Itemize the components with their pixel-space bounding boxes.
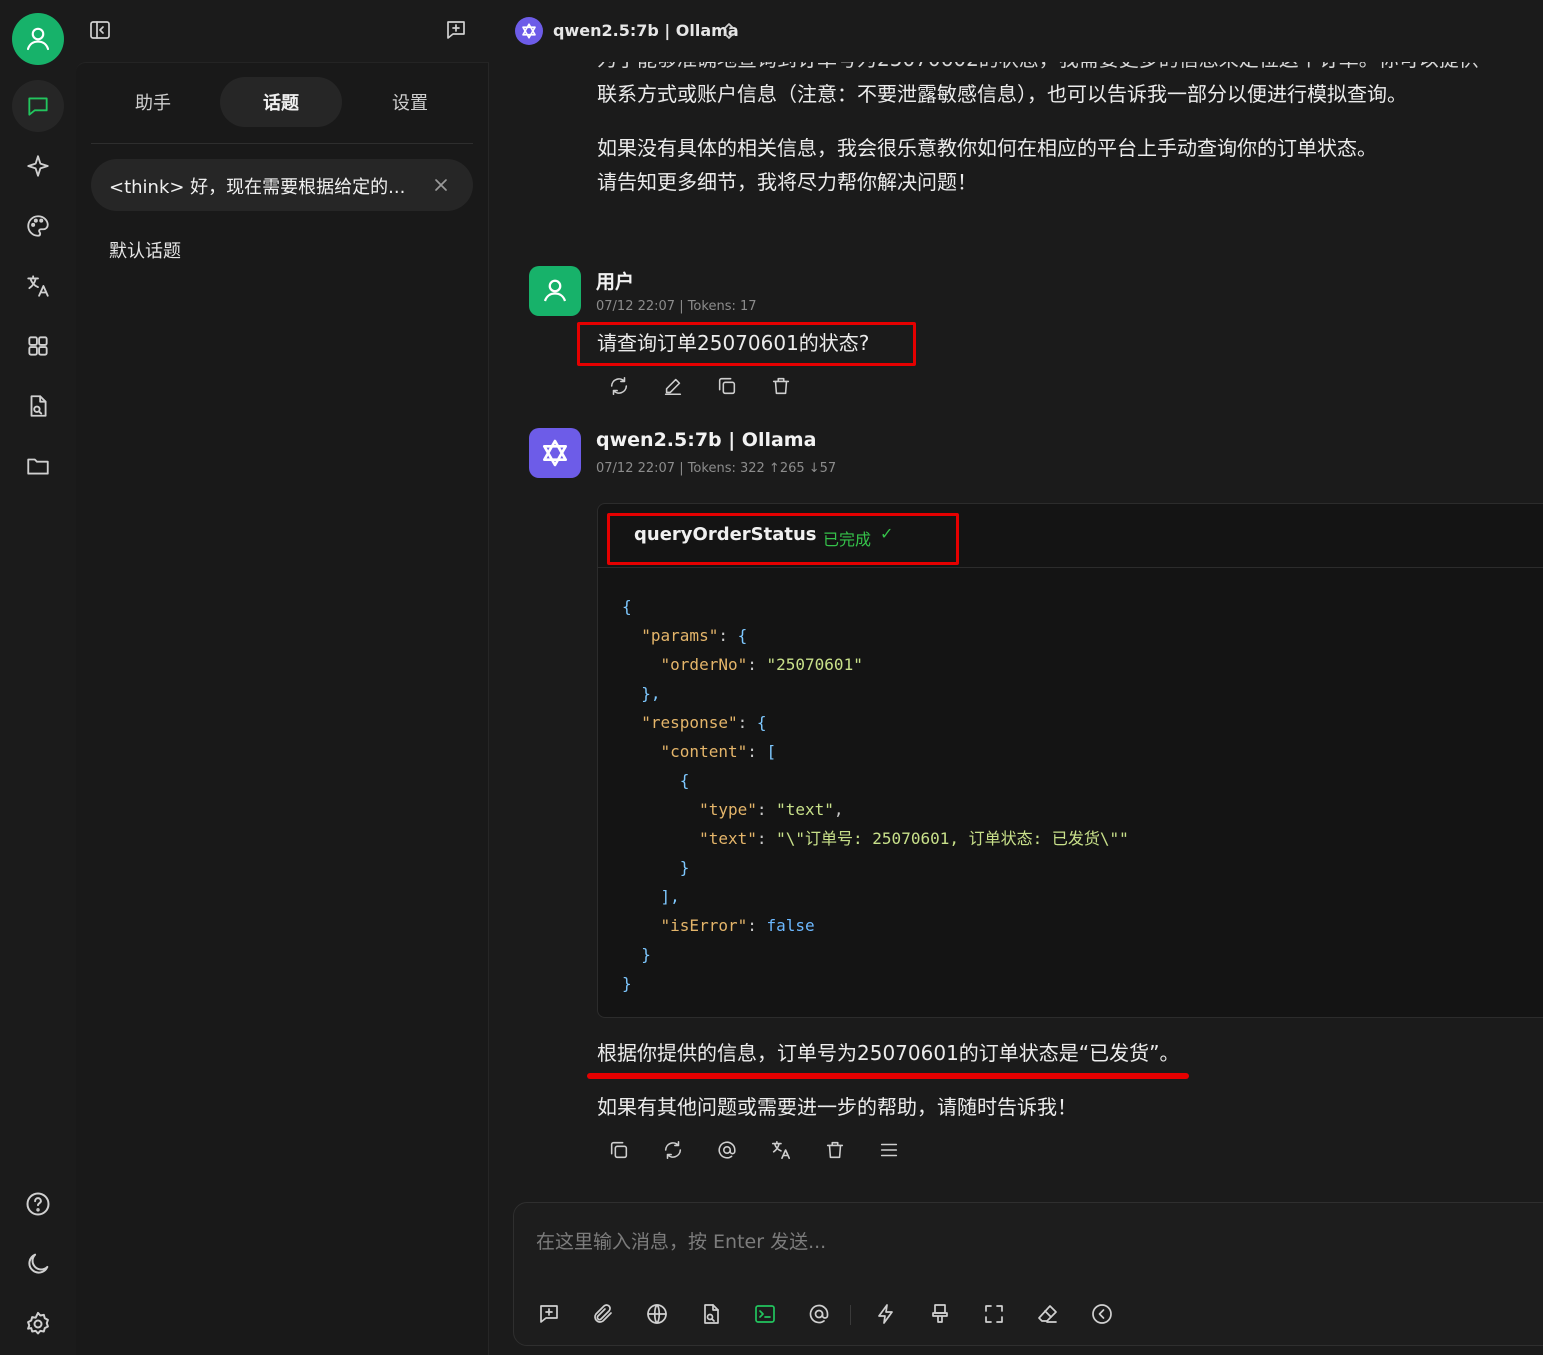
assistant-answer: 根据你提供的信息，订单号为25070601的订单状态是“已发货”。 [597, 1041, 1180, 1065]
palette-icon [12, 200, 64, 252]
delete-icon[interactable] [821, 1136, 849, 1164]
chat-nav-button[interactable] [12, 80, 64, 132]
topic-item[interactable]: 默认话题 [109, 237, 181, 263]
agents-nav-button[interactable] [12, 140, 64, 192]
brush-icon[interactable] [925, 1299, 955, 1329]
left-rail [0, 0, 76, 1354]
json-value: "25070601" [766, 655, 863, 674]
sparkle-icon [12, 140, 64, 192]
divider [850, 1305, 851, 1325]
previous-message-partial: 为了能够准确地查询到订单号为25070602的状态，我需要更多的信息来定位这个订… [597, 62, 1479, 76]
message-meta: 07/12 22:07 | Tokens: 322 ↑265 ↓57 [596, 461, 837, 476]
help-icon [12, 1178, 64, 1230]
sender-name: 用户 [596, 271, 635, 293]
menu-icon[interactable] [875, 1136, 903, 1164]
moon-icon [12, 1238, 64, 1290]
translate-icon[interactable] [767, 1136, 795, 1164]
highlight-box [607, 513, 959, 565]
eraser-icon[interactable] [1033, 1299, 1063, 1329]
json-key: "text" [699, 829, 757, 848]
model-selector[interactable]: qwen2.5:7b | Ollama [553, 21, 739, 40]
topic-item-active[interactable]: <think> 好，现在需要根据给定的... [91, 159, 473, 211]
edit-icon[interactable] [659, 372, 687, 400]
json-key: "content" [660, 742, 748, 761]
expand-icon[interactable] [979, 1299, 1009, 1329]
tab-topics[interactable]: 话题 [220, 77, 342, 127]
tab-assistant[interactable]: 助手 [92, 77, 214, 127]
knowledge-nav-button[interactable] [12, 380, 64, 432]
new-topic-button[interactable] [442, 16, 470, 44]
tab-settings[interactable]: 设置 [349, 77, 471, 127]
user-avatar [529, 266, 581, 316]
json-key: "params" [641, 626, 719, 645]
user-icon [12, 13, 64, 65]
grid-icon [12, 320, 64, 372]
json-key: "response" [641, 713, 738, 732]
model-logo-icon [515, 17, 543, 45]
paperclip-icon[interactable] [588, 1299, 618, 1329]
file-search-icon[interactable] [696, 1299, 726, 1329]
lightning-icon[interactable] [871, 1299, 901, 1329]
close-icon[interactable] [429, 173, 453, 197]
divider [91, 143, 473, 144]
topic-sidebar: 助手 话题 设置 <think> 好，现在需要根据给定的... 默认话题 [76, 62, 489, 1355]
topic-label: <think> 好，现在需要根据给定的... [109, 177, 406, 198]
top-bar: qwen2.5:7b | Ollama [76, 0, 1543, 62]
terminal-icon[interactable] [750, 1299, 780, 1329]
gear-icon [12, 1298, 64, 1350]
delete-icon[interactable] [767, 372, 795, 400]
highlight-box [577, 322, 916, 366]
new-chat-icon [447, 21, 465, 39]
settings-button[interactable] [12, 1298, 64, 1350]
chat-area: 为了能够准确地查询到订单号为25070602的状态，我需要更多的信息来定位这个订… [489, 62, 1543, 1354]
translate-nav-button[interactable] [12, 260, 64, 312]
toggle-sidebar-button[interactable] [86, 16, 114, 44]
tool-result-json: { "params": { "orderNo": "25070601" }, "… [622, 597, 1129, 993]
sidebar-collapse-icon [90, 21, 110, 39]
user-avatar[interactable] [12, 13, 64, 65]
mention-icon[interactable] [804, 1299, 834, 1329]
assistant-follow-up: 如果有其他问题或需要进一步的帮助，请随时告诉我！ [597, 1095, 1077, 1119]
files-nav-button[interactable] [12, 440, 64, 492]
json-key: "isError" [660, 916, 748, 935]
message-meta: 07/12 22:07 | Tokens: 17 [596, 299, 757, 314]
chat-bubble-icon [12, 80, 64, 132]
sender-name: qwen2.5:7b | Ollama [596, 429, 817, 451]
file-search-icon [12, 380, 64, 432]
mention-icon[interactable] [713, 1136, 741, 1164]
apps-nav-button[interactable] [12, 320, 64, 372]
copy-icon[interactable] [605, 1136, 633, 1164]
json-key: "orderNo" [660, 655, 748, 674]
regenerate-icon[interactable] [605, 372, 633, 400]
assistant-avatar [529, 428, 581, 478]
theme-toggle-button[interactable] [12, 1238, 64, 1290]
collapse-left-icon[interactable] [1087, 1299, 1117, 1329]
folder-icon [12, 440, 64, 492]
previous-message-line: 如果没有具体的相关信息，我会很乐意教你如何在相应的平台上手动查询你的订单状态。 [597, 136, 1377, 160]
regenerate-icon[interactable] [659, 1136, 687, 1164]
help-button[interactable] [12, 1178, 64, 1230]
message-input-box: 在这里输入消息，按 Enter 发送... [513, 1202, 1543, 1346]
previous-message-line: 请告知更多细节，我将尽力帮你解决问题！ [597, 170, 977, 194]
json-value: false [766, 916, 815, 935]
paintings-nav-button[interactable] [12, 200, 64, 252]
qwen-logo-icon [543, 439, 567, 467]
copy-icon[interactable] [713, 372, 741, 400]
highlight-underline [587, 1073, 1189, 1079]
tool-call-block: queryOrderStatus 已完成 ✓ { "params": { "or… [597, 503, 1543, 1018]
json-key: "type" [699, 800, 757, 819]
translate-icon [12, 260, 64, 312]
new-topic-icon[interactable] [534, 1299, 564, 1329]
user-icon [543, 279, 567, 302]
previous-message-line: 联系方式或账户信息（注意：不要泄露敏感信息），也可以告诉我一部分以便进行模拟查询… [597, 82, 1407, 106]
chevron-updown-icon[interactable] [718, 19, 740, 43]
json-value: "text" [776, 800, 834, 819]
message-input[interactable]: 在这里输入消息，按 Enter 发送... [536, 1227, 826, 1254]
json-value: "\"订单号: 25070601, 订单状态: 已发货\"" [776, 829, 1129, 848]
globe-icon[interactable] [642, 1299, 672, 1329]
